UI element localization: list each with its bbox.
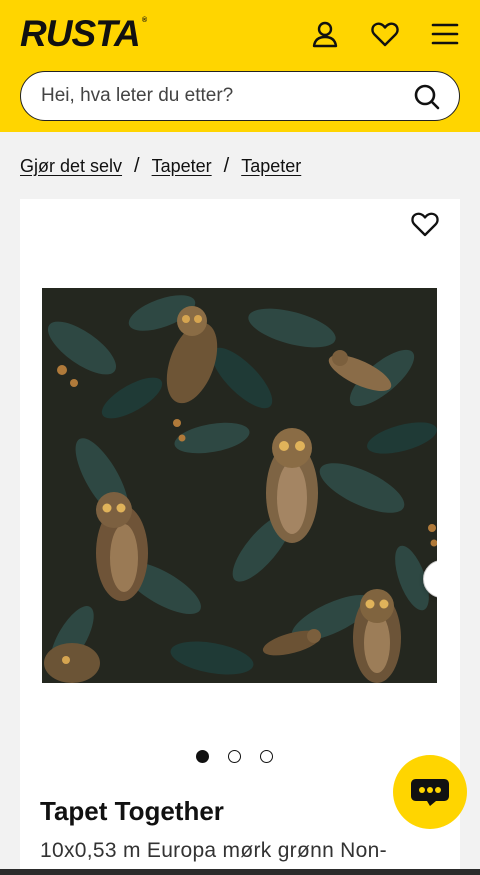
heart-icon bbox=[371, 22, 399, 47]
breadcrumb-separator: / bbox=[223, 154, 230, 177]
product-subtitle: 10x0,53 m Europa mørk grønn Non- bbox=[40, 839, 387, 862]
favorites-button[interactable] bbox=[369, 18, 401, 50]
search-icon bbox=[414, 84, 440, 110]
heart-outline-icon bbox=[411, 212, 439, 237]
bottom-scroll-edge bbox=[0, 869, 480, 875]
chevron-right-icon bbox=[433, 570, 437, 588]
menu-button[interactable] bbox=[429, 18, 461, 50]
gallery-dot-3[interactable] bbox=[260, 750, 273, 763]
user-icon bbox=[312, 21, 338, 48]
account-button[interactable] bbox=[309, 18, 341, 50]
breadcrumb-item-gjor-det-selv[interactable]: Gjør det selv bbox=[20, 156, 122, 177]
owl-wallpaper-image bbox=[42, 288, 437, 683]
chat-button[interactable] bbox=[393, 755, 467, 829]
rusta-logo[interactable]: RUSTA bbox=[20, 14, 141, 54]
breadcrumb-item-tapeter[interactable]: Tapeter bbox=[152, 156, 212, 177]
gallery-dot-1[interactable] bbox=[196, 750, 209, 763]
product-image[interactable] bbox=[42, 288, 437, 683]
breadcrumb: Gjør det selv / Tapeter / Tapeter bbox=[20, 152, 301, 180]
gallery-dot-2[interactable] bbox=[228, 750, 241, 763]
gallery-pagination bbox=[196, 750, 273, 763]
hamburger-menu-icon bbox=[431, 23, 459, 45]
breadcrumb-item-tapeter-current[interactable]: Tapeter bbox=[241, 156, 301, 177]
chat-bubble-icon bbox=[411, 779, 449, 806]
product-title: Tapet Together bbox=[40, 796, 224, 826]
site-header: RUSTA ® bbox=[0, 0, 480, 132]
search-button[interactable] bbox=[413, 83, 441, 111]
add-to-favorites-button[interactable] bbox=[410, 209, 442, 241]
product-card: Tapet Together 10x0,53 m Europa mørk grø… bbox=[20, 199, 460, 875]
search-input[interactable] bbox=[41, 82, 401, 110]
search-bar[interactable] bbox=[20, 71, 460, 121]
breadcrumb-separator: / bbox=[134, 154, 140, 177]
registered-mark: ® bbox=[142, 17, 148, 24]
